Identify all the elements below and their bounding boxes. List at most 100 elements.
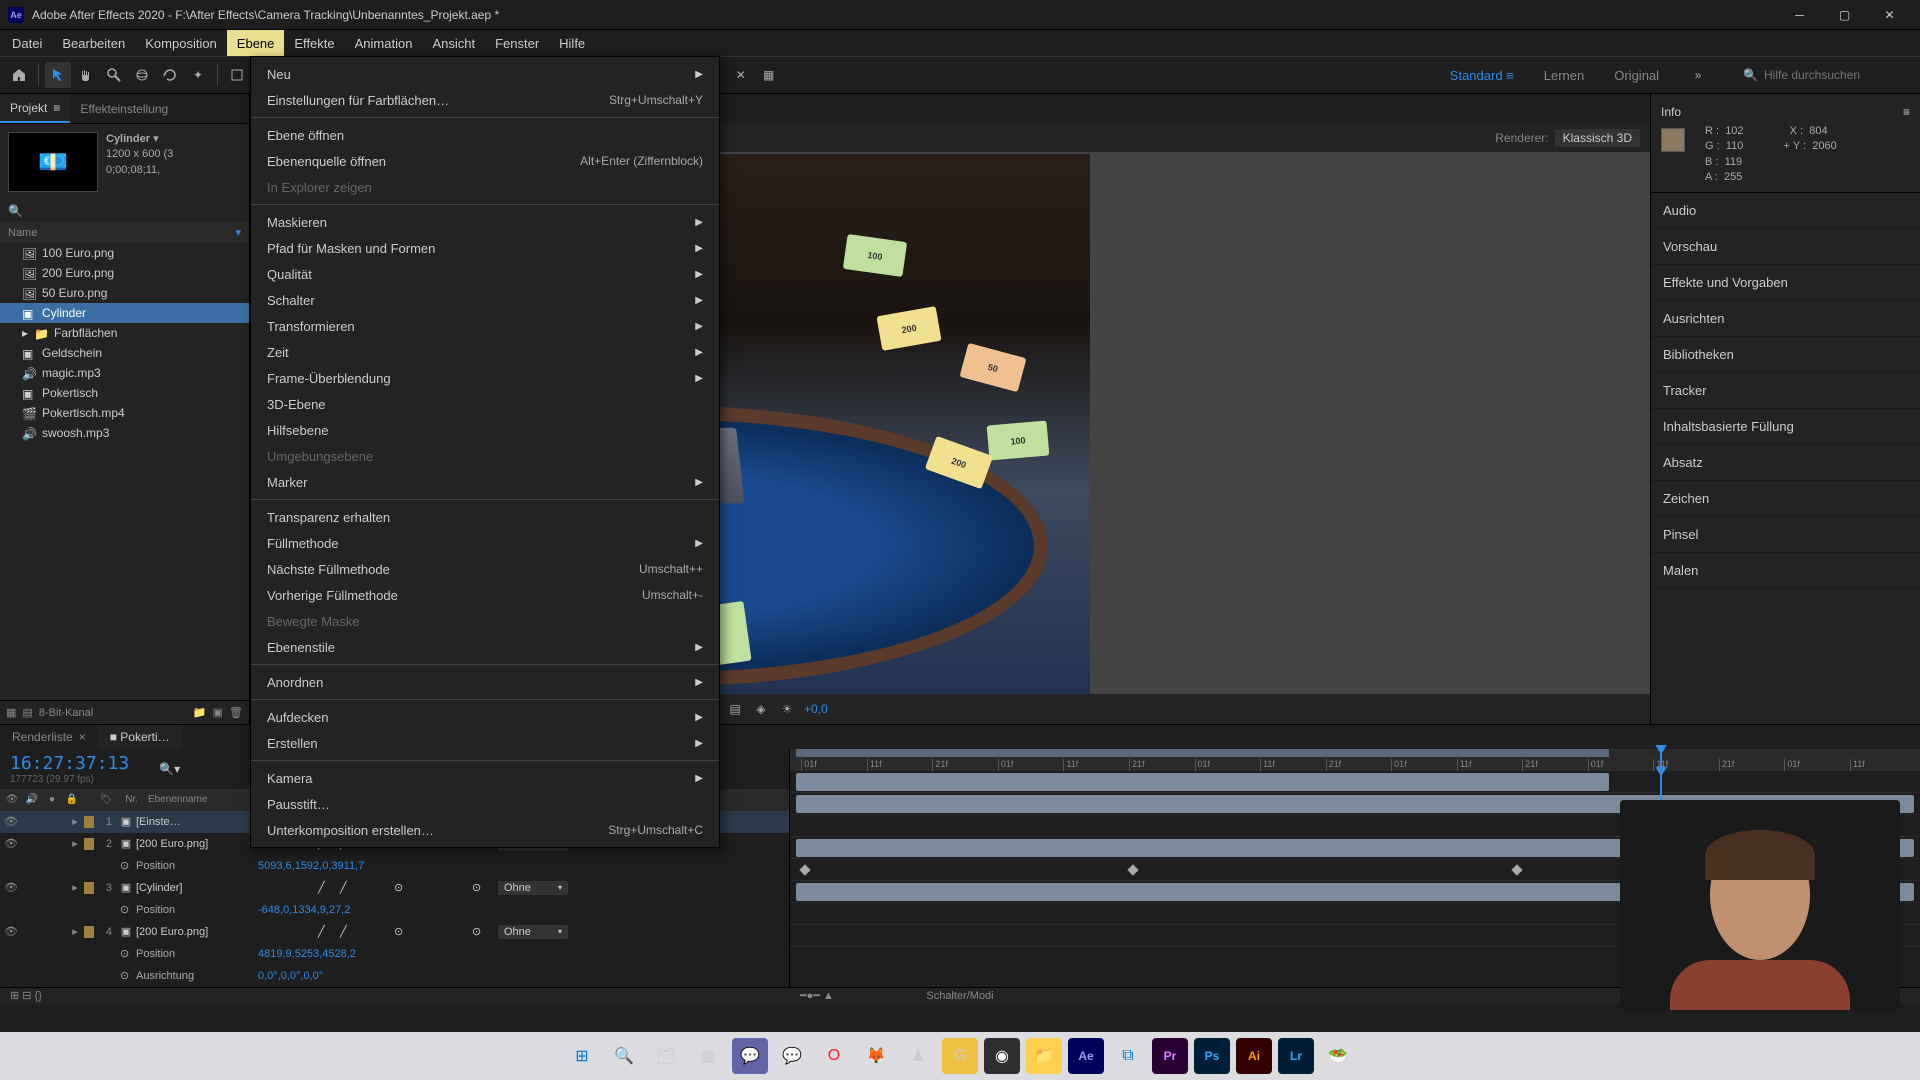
reset-exposure-icon[interactable]: ☀ xyxy=(778,700,796,718)
panel-menu-icon[interactable]: ≡ xyxy=(1903,105,1910,119)
menu-item[interactable]: Transparenz erhalten xyxy=(251,504,719,530)
panel-menu-icon[interactable]: ≡ xyxy=(53,101,60,115)
workspace-more-icon[interactable]: » xyxy=(1685,62,1711,88)
timeline-layer-row[interactable]: 👁▸3▣[Cylinder]╱╱⊙⊙Ohne▾ xyxy=(0,877,789,899)
timeline-property-row[interactable]: ⊙ Ausrichtung0,0°,0,0°,0,0° xyxy=(0,965,789,987)
bit-depth[interactable]: 8-Bit-Kanal xyxy=(39,707,93,719)
hand-tool[interactable] xyxy=(73,62,99,88)
renderer-select[interactable]: Klassisch 3D xyxy=(1555,129,1640,147)
menu-item[interactable]: Vorherige FüllmethodeUmschalt+- xyxy=(251,582,719,608)
panel-header[interactable]: Bibliotheken xyxy=(1651,337,1920,373)
whatsapp-icon[interactable]: 💬 xyxy=(774,1038,810,1074)
photoshop-icon[interactable]: Ps xyxy=(1194,1038,1230,1074)
menu-item[interactable]: Anordnen▶ xyxy=(251,669,719,695)
start-icon[interactable]: ⊞ xyxy=(564,1038,600,1074)
minimize-button[interactable]: ─ xyxy=(1777,0,1822,30)
panel-header[interactable]: Ausrichten xyxy=(1651,301,1920,337)
menu-item[interactable]: Zeit▶ xyxy=(251,339,719,365)
new-folder-icon[interactable]: 📁 xyxy=(193,706,207,719)
timeline-timecode[interactable]: 16:27:37:13 xyxy=(10,753,129,774)
flowchart-icon[interactable]: ▤ xyxy=(22,706,32,719)
panel-header[interactable]: Tracker xyxy=(1651,373,1920,409)
work-area[interactable] xyxy=(796,749,1610,757)
obs-icon[interactable]: ◉ xyxy=(984,1038,1020,1074)
panel-header[interactable]: Audio xyxy=(1651,193,1920,229)
timeline-property-row[interactable]: ⊙ Position4819,9,5253,4528,2 xyxy=(0,943,789,965)
menu-item[interactable]: Transformieren▶ xyxy=(251,313,719,339)
menu-item[interactable]: Pfad für Masken und Formen▶ xyxy=(251,235,719,261)
menu-item[interactable]: 3D-Ebene xyxy=(251,391,719,417)
menu-item[interactable]: Schalter▶ xyxy=(251,287,719,313)
timeline-tab[interactable]: ■ Pokerti… xyxy=(98,725,182,749)
app-icon[interactable]: 🥗 xyxy=(1320,1038,1356,1074)
menu-item[interactable]: Marker▶ xyxy=(251,469,719,495)
project-item[interactable]: ▸ 📁Farbflächen xyxy=(0,323,249,343)
layer-bar[interactable] xyxy=(796,773,1610,791)
menu-datei[interactable]: Datei xyxy=(2,30,52,56)
menu-item[interactable]: Aufdecken▶ xyxy=(251,704,719,730)
menu-item[interactable]: Ebenenquelle öffnenAlt+Enter (Ziffernblo… xyxy=(251,148,719,174)
panel-header[interactable]: Effekte und Vorgaben xyxy=(1651,265,1920,301)
timeline-property-row[interactable]: ⊙ Position-648,0,1334,9,27,2 xyxy=(0,899,789,921)
menu-item[interactable]: Frame-Überblendung▶ xyxy=(251,365,719,391)
menu-item[interactable]: Erstellen▶ xyxy=(251,730,719,756)
home-tool[interactable] xyxy=(6,62,32,88)
files-icon[interactable]: 📁 xyxy=(1026,1038,1062,1074)
panel-header[interactable]: Zeichen xyxy=(1651,481,1920,517)
project-tab[interactable]: Projekt ≡ xyxy=(0,94,70,123)
new-comp-icon[interactable]: ▣ xyxy=(213,706,223,719)
menu-bearbeiten[interactable]: Bearbeiten xyxy=(52,30,135,56)
menu-item[interactable]: Hilfsebene xyxy=(251,417,719,443)
timeline-tab[interactable]: Renderliste × xyxy=(0,725,98,749)
explorer-icon[interactable]: 🗂 xyxy=(648,1038,684,1074)
workspace-tab[interactable]: Lernen xyxy=(1530,64,1598,87)
panel-header[interactable]: Pinsel xyxy=(1651,517,1920,553)
lightroom-icon[interactable]: Lr xyxy=(1278,1038,1314,1074)
maximize-button[interactable]: ▢ xyxy=(1822,0,1867,30)
menu-item[interactable]: Füllmethode▶ xyxy=(251,530,719,556)
menu-ebene[interactable]: Ebene xyxy=(227,30,285,56)
timeline-icon[interactable]: ▤ xyxy=(726,700,744,718)
project-item[interactable]: 🎬Pokertisch.mp4 xyxy=(0,403,249,423)
panel-header[interactable]: Vorschau xyxy=(1651,229,1920,265)
menu-item[interactable]: Neu▶ xyxy=(251,61,719,87)
panel-header[interactable]: Malen xyxy=(1651,553,1920,589)
selection-tool[interactable] xyxy=(45,62,71,88)
firefox-icon[interactable]: 🦊 xyxy=(858,1038,894,1074)
timeline-layer-row[interactable]: 👁▸4▣[200 Euro.png]╱╱⊙⊙Ohne▾ xyxy=(0,921,789,943)
project-item[interactable]: ▣Pokertisch xyxy=(0,383,249,403)
taskview-icon[interactable]: ▦ xyxy=(690,1038,726,1074)
menu-item[interactable]: Qualität▶ xyxy=(251,261,719,287)
app-icon[interactable]: ♟ xyxy=(900,1038,936,1074)
app-icon[interactable]: G xyxy=(942,1038,978,1074)
orbit-tool[interactable] xyxy=(129,62,155,88)
exposure-value[interactable]: +0,0 xyxy=(804,702,828,716)
menu-item[interactable]: Ebene öffnen xyxy=(251,122,719,148)
menu-item[interactable]: Pausstift… xyxy=(251,791,719,817)
menu-ansicht[interactable]: Ansicht xyxy=(422,30,485,56)
flowchart-icon[interactable]: ◈ xyxy=(752,700,770,718)
menu-item[interactable]: Einstellungen für Farbflächen…Strg+Umsch… xyxy=(251,87,719,113)
close-button[interactable]: ✕ xyxy=(1867,0,1912,30)
panel-header[interactable]: Absatz xyxy=(1651,445,1920,481)
project-item[interactable]: ▣Geldschein xyxy=(0,343,249,363)
timeline-property-row[interactable]: ⊙ Position5093,6,1592,0,3911,7 xyxy=(0,855,789,877)
trash-icon[interactable]: 🗑 xyxy=(229,706,243,719)
snap-opt2-icon[interactable]: ▦ xyxy=(756,62,782,88)
menu-item[interactable]: Ebenenstile▶ xyxy=(251,634,719,660)
help-search-input[interactable] xyxy=(1764,68,1904,82)
workspace-tab[interactable]: Original xyxy=(1600,64,1673,87)
snap-opt1-icon[interactable]: ✕ xyxy=(728,62,754,88)
search-icon[interactable]: 🔍 xyxy=(8,204,23,218)
panel-header[interactable]: Inhaltsbasierte Füllung xyxy=(1651,409,1920,445)
interpret-icon[interactable]: ▦ xyxy=(6,706,16,719)
anchor-tool[interactable]: ✦ xyxy=(185,62,211,88)
menu-item[interactable]: Kamera▶ xyxy=(251,765,719,791)
project-item[interactable]: ▣Cylinder xyxy=(0,303,249,323)
shape-rect-tool[interactable] xyxy=(224,62,250,88)
workspace-tab[interactable]: Standard ≡ xyxy=(1436,64,1528,87)
menu-hilfe[interactable]: Hilfe xyxy=(549,30,595,56)
menu-komposition[interactable]: Komposition xyxy=(135,30,227,56)
project-name-column[interactable]: Name▾ xyxy=(0,222,249,243)
zoom-tool[interactable] xyxy=(101,62,127,88)
